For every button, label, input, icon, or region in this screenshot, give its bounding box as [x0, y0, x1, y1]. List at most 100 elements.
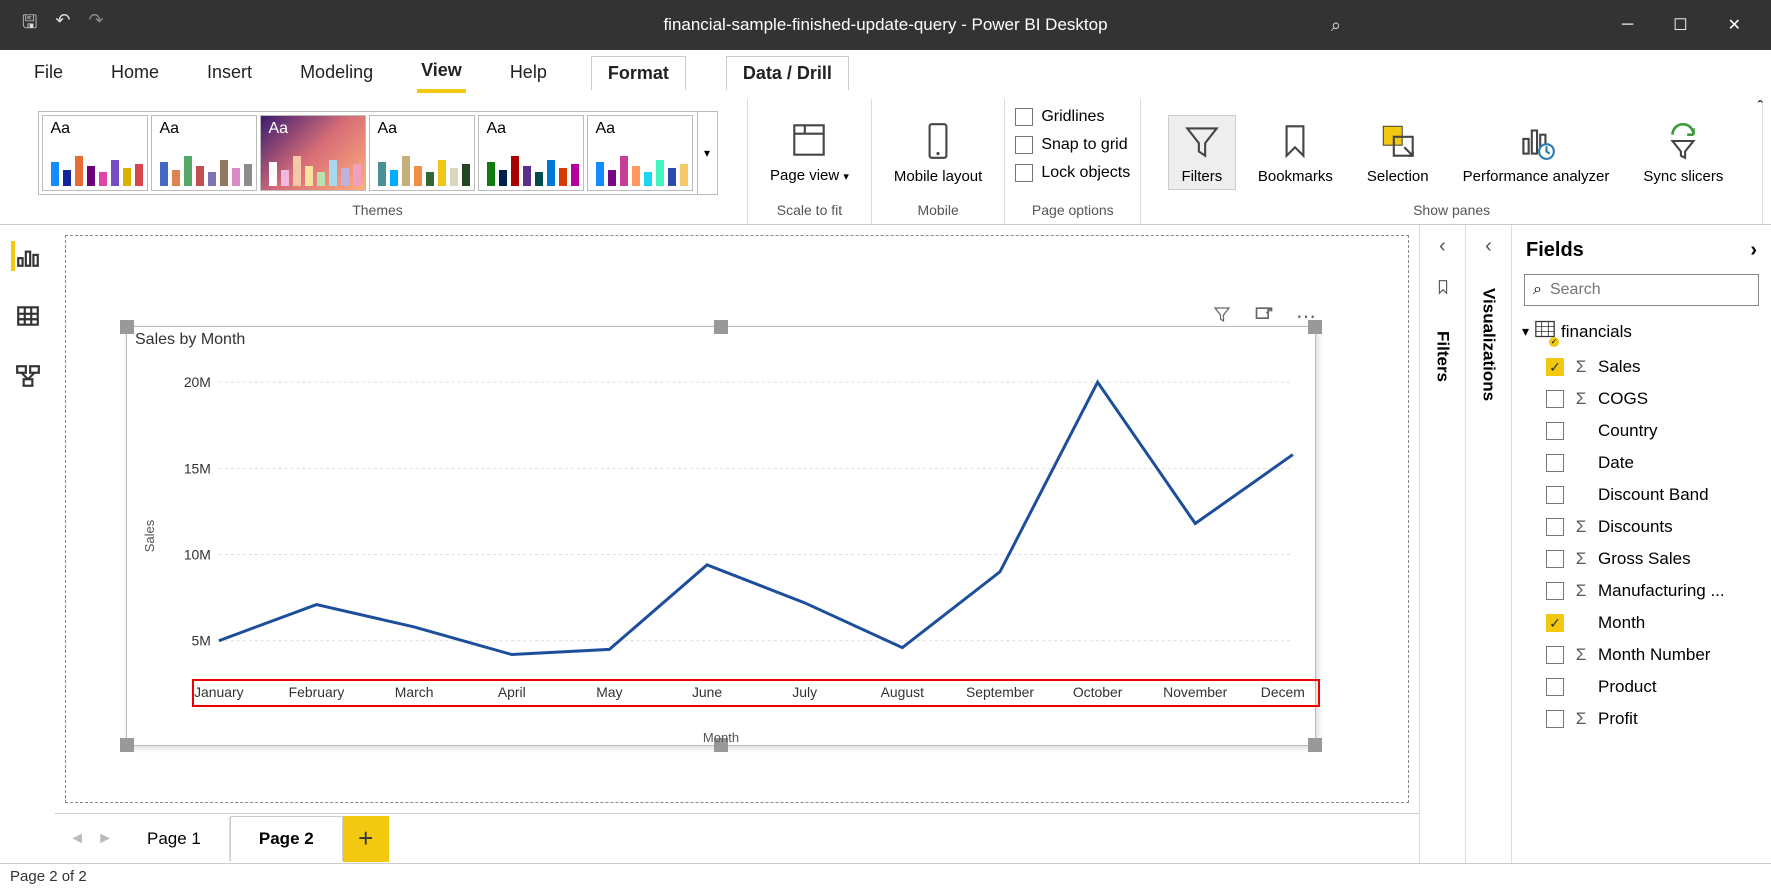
search-icon[interactable]: ⌕	[1331, 15, 1341, 36]
redo-icon[interactable]: ↷	[88, 10, 103, 40]
field-row[interactable]: ΣManufacturing ...	[1516, 575, 1767, 607]
tab-insert[interactable]: Insert	[203, 54, 256, 91]
snap-checkbox[interactable]: Snap to grid	[1015, 133, 1127, 157]
field-row[interactable]: ΣGross Sales	[1516, 543, 1767, 575]
tab-file[interactable]: File	[30, 54, 67, 91]
resize-handle[interactable]	[120, 738, 134, 752]
sigma-icon: Σ	[1572, 517, 1590, 537]
theme-gallery[interactable]: AaAaAaAaAaAa▾	[38, 111, 718, 195]
page-view-button[interactable]: Page view ▾	[758, 115, 861, 190]
visual-filter-icon[interactable]	[1212, 304, 1232, 330]
field-checkbox[interactable]	[1546, 518, 1564, 536]
field-name: COGS	[1598, 389, 1648, 409]
mobile-layout-button[interactable]: Mobile layout	[882, 116, 994, 189]
page-tab[interactable]: Page 2	[230, 816, 343, 861]
theme-swatch[interactable]: Aa	[478, 115, 584, 191]
resize-handle[interactable]	[120, 320, 134, 334]
maximize-icon[interactable]: ☐	[1673, 15, 1687, 35]
chevron-right-icon[interactable]: ›	[1750, 239, 1757, 262]
resize-handle[interactable]	[1308, 738, 1322, 752]
theme-swatch[interactable]: Aa	[260, 115, 366, 191]
field-row[interactable]: Discount Band	[1516, 479, 1767, 511]
chevron-left-icon[interactable]: ‹	[1439, 235, 1446, 258]
field-row[interactable]: ΣMonth Number	[1516, 639, 1767, 671]
field-name: Profit	[1598, 709, 1638, 729]
field-checkbox[interactable]	[1546, 550, 1564, 568]
field-row[interactable]: Σ Profit	[1516, 703, 1767, 735]
svg-text:March: March	[395, 684, 434, 700]
fields-search-input[interactable]	[1550, 281, 1757, 299]
field-row[interactable]: ✓Month	[1516, 607, 1767, 639]
field-row[interactable]: ΣCOGS	[1516, 383, 1767, 415]
field-checkbox[interactable]	[1546, 454, 1564, 472]
page-tabs: ◄ ► Page 1Page 2 +	[55, 813, 1419, 863]
field-row[interactable]: Product	[1516, 671, 1767, 703]
sync-slicers-button[interactable]: Sync slicers	[1631, 116, 1735, 189]
sigma-icon: Σ	[1572, 645, 1590, 665]
theme-swatch[interactable]: Aa	[369, 115, 475, 191]
data-view-icon[interactable]	[13, 301, 43, 331]
sigma-icon: Σ	[1572, 709, 1590, 729]
more-options-icon[interactable]: ⋯	[1296, 304, 1316, 330]
svg-text:October: October	[1073, 684, 1123, 700]
ribbon: AaAaAaAaAaAa▾ Themes Page view ▾ Scale t…	[0, 95, 1771, 225]
save-icon[interactable]: 🖫	[22, 10, 37, 40]
field-checkbox[interactable]: ✓	[1546, 614, 1564, 632]
themes-group-label: Themes	[352, 200, 403, 220]
gallery-expand-icon[interactable]: ▾	[697, 112, 717, 194]
resize-handle[interactable]	[714, 320, 728, 334]
gridlines-checkbox[interactable]: Gridlines	[1015, 105, 1104, 129]
focus-mode-icon[interactable]	[1254, 304, 1274, 330]
field-checkbox[interactable]	[1546, 646, 1564, 664]
minimize-icon[interactable]: ─	[1622, 16, 1633, 34]
filters-pane-collapsed[interactable]: ‹ Filters	[1419, 225, 1465, 863]
ribbon-collapse-icon[interactable]: ˆ	[1758, 99, 1763, 117]
svg-text:5M: 5M	[192, 633, 211, 649]
close-icon[interactable]: ✕	[1728, 15, 1741, 35]
fields-search[interactable]: ⌕	[1524, 274, 1759, 306]
field-row[interactable]: Date	[1516, 447, 1767, 479]
field-checkbox[interactable]	[1546, 582, 1564, 600]
lock-checkbox[interactable]: Lock objects	[1015, 161, 1130, 185]
field-checkbox[interactable]	[1546, 422, 1564, 440]
page-next-icon[interactable]: ►	[91, 830, 119, 848]
field-row[interactable]: Country	[1516, 415, 1767, 447]
tab-data-drill[interactable]: Data / Drill	[726, 56, 849, 90]
field-checkbox[interactable]	[1546, 678, 1564, 696]
field-row[interactable]: ΣDiscounts	[1516, 511, 1767, 543]
tab-view[interactable]: View	[417, 52, 466, 93]
theme-swatch[interactable]: Aa	[151, 115, 257, 191]
field-checkbox[interactable]: ✓	[1546, 358, 1564, 376]
field-checkbox[interactable]	[1546, 486, 1564, 504]
chevron-left-icon[interactable]: ‹	[1485, 235, 1492, 258]
undo-icon[interactable]: ↶	[55, 10, 70, 40]
field-checkbox[interactable]	[1546, 390, 1564, 408]
tab-help[interactable]: Help	[506, 54, 551, 91]
filters-pane-button[interactable]: Filters	[1168, 115, 1236, 190]
theme-swatch[interactable]: Aa	[42, 115, 148, 191]
visualizations-pane-label: Visualizations	[1479, 278, 1499, 401]
svg-text:20M: 20M	[184, 374, 211, 390]
visualizations-pane-collapsed[interactable]: ‹ Visualizations	[1465, 225, 1511, 863]
add-page-button[interactable]: +	[343, 816, 389, 862]
svg-text:15M: 15M	[184, 460, 211, 476]
page-prev-icon[interactable]: ◄	[63, 830, 91, 848]
selection-pane-button[interactable]: Selection	[1355, 116, 1441, 189]
report-view-icon[interactable]	[11, 241, 41, 271]
tab-format[interactable]: Format	[591, 56, 686, 90]
svg-text:December: December	[1261, 684, 1305, 700]
line-chart-visual[interactable]: Sales by Month Sales 5M10M15M20MJanuaryF…	[126, 326, 1316, 746]
report-canvas[interactable]: ⋯ Sales by Month Sales 5M10M15M20MJanuar…	[65, 235, 1409, 803]
tab-home[interactable]: Home	[107, 54, 163, 91]
tab-modeling[interactable]: Modeling	[296, 54, 377, 91]
performance-analyzer-button[interactable]: Performance analyzer	[1451, 116, 1622, 189]
field-checkbox[interactable]	[1546, 710, 1564, 728]
filter-icon	[1181, 120, 1223, 162]
theme-swatch[interactable]: Aa	[587, 115, 693, 191]
page-tab[interactable]: Page 1	[119, 817, 230, 861]
model-view-icon[interactable]	[13, 361, 43, 391]
chart-plot: 5M10M15M20MJanuaryFebruaryMarchAprilMayJ…	[157, 355, 1305, 715]
table-node[interactable]: ▾ ✓ financials	[1516, 312, 1767, 351]
field-row[interactable]: ✓ΣSales	[1516, 351, 1767, 383]
bookmarks-pane-button[interactable]: Bookmarks	[1246, 116, 1345, 189]
